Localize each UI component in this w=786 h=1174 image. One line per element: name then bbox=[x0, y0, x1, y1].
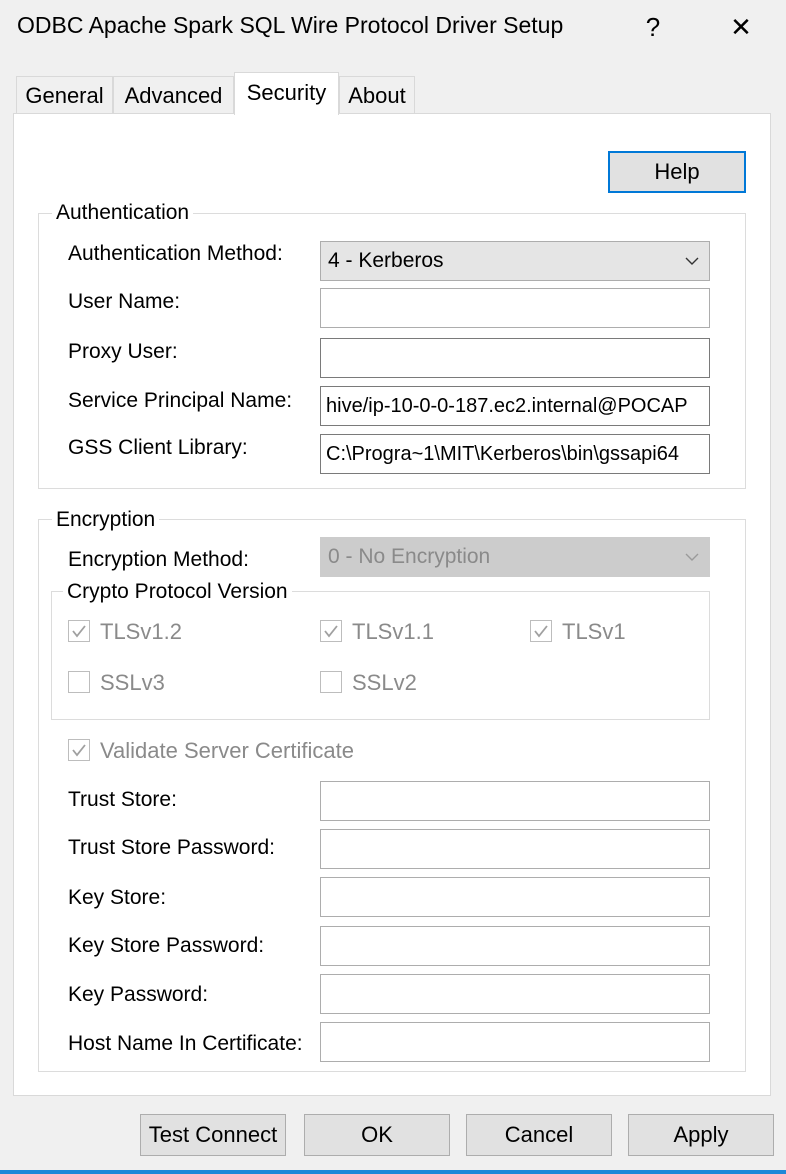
authentication-method-select[interactable]: 4 - Kerberos bbox=[320, 241, 710, 281]
help-title-button[interactable]: ? bbox=[630, 6, 676, 48]
tab-advanced[interactable]: Advanced bbox=[113, 76, 234, 113]
checkmark-icon bbox=[72, 625, 86, 638]
chevron-down-icon bbox=[685, 553, 699, 561]
gss-client-library-label: GSS Client Library: bbox=[68, 436, 248, 459]
host-name-in-certificate-label: Host Name In Certificate: bbox=[68, 1032, 303, 1055]
window-bottom-border bbox=[0, 1170, 786, 1174]
authentication-method-label: Authentication Method: bbox=[68, 242, 283, 265]
cancel-button[interactable]: Cancel bbox=[466, 1114, 612, 1156]
checkmark-icon bbox=[72, 744, 86, 757]
encryption-method-label: Encryption Method: bbox=[68, 548, 249, 571]
apply-button[interactable]: Apply bbox=[628, 1114, 774, 1156]
tlsv12-label: TLSv1.2 bbox=[100, 619, 182, 644]
user-name-label: User Name: bbox=[68, 290, 181, 313]
trust-store-password-label: Trust Store Password: bbox=[68, 836, 275, 859]
key-password-label: Key Password: bbox=[68, 983, 209, 1006]
encryption-legend: Encryption bbox=[52, 508, 160, 532]
sslv2-checkbox[interactable] bbox=[320, 671, 342, 693]
checkmark-icon bbox=[534, 625, 548, 638]
host-name-in-certificate-input[interactable] bbox=[320, 1022, 710, 1062]
help-button[interactable]: Help bbox=[608, 151, 746, 193]
proxy-user-label: Proxy User: bbox=[68, 340, 178, 363]
ok-button[interactable]: OK bbox=[304, 1114, 450, 1156]
key-store-label: Key Store: bbox=[68, 886, 167, 909]
service-principal-name-label: Service Principal Name: bbox=[68, 389, 293, 412]
checkmark-icon bbox=[324, 625, 338, 638]
window-title: ODBC Apache Spark SQL Wire Protocol Driv… bbox=[17, 12, 564, 38]
key-store-input[interactable] bbox=[320, 877, 710, 917]
encryption-method-value: 0 - No Encryption bbox=[328, 545, 491, 568]
encryption-method-select[interactable]: 0 - No Encryption bbox=[320, 537, 710, 577]
crypto-protocol-group bbox=[51, 591, 710, 720]
sslv3-checkbox[interactable] bbox=[68, 671, 90, 693]
tab-general[interactable]: General bbox=[16, 76, 113, 113]
test-connect-button[interactable]: Test Connect bbox=[140, 1114, 286, 1156]
user-name-input[interactable] bbox=[320, 288, 710, 328]
tlsv12-checkbox[interactable] bbox=[68, 620, 90, 642]
chevron-down-icon bbox=[685, 257, 699, 265]
crypto-protocol-legend: Crypto Protocol Version bbox=[63, 580, 292, 604]
key-store-password-label: Key Store Password: bbox=[68, 934, 265, 957]
authentication-legend: Authentication bbox=[52, 201, 194, 225]
trust-store-password-input[interactable] bbox=[320, 829, 710, 869]
key-password-input[interactable] bbox=[320, 974, 710, 1014]
sslv2-label: SSLv2 bbox=[352, 670, 417, 695]
tab-about[interactable]: About bbox=[339, 76, 415, 113]
tlsv11-checkbox[interactable] bbox=[320, 620, 342, 642]
tab-security[interactable]: Security bbox=[234, 72, 339, 115]
close-icon: ✕ bbox=[730, 12, 752, 42]
validate-server-certificate-checkbox[interactable] bbox=[68, 739, 90, 761]
service-principal-name-input[interactable]: hive/ip-10-0-0-187.ec2.internal@POCAP bbox=[320, 386, 710, 426]
proxy-user-input[interactable] bbox=[320, 338, 710, 378]
key-store-password-input[interactable] bbox=[320, 926, 710, 966]
trust-store-input[interactable] bbox=[320, 781, 710, 821]
gss-client-library-input[interactable]: C:\Progra~1\MIT\Kerberos\bin\gssapi64 bbox=[320, 434, 710, 474]
authentication-method-value: 4 - Kerberos bbox=[328, 249, 444, 272]
question-icon: ? bbox=[645, 12, 661, 42]
close-button[interactable]: ✕ bbox=[718, 6, 764, 48]
trust-store-label: Trust Store: bbox=[68, 788, 177, 811]
tlsv1-label: TLSv1 bbox=[562, 619, 626, 644]
sslv3-label: SSLv3 bbox=[100, 670, 165, 695]
tlsv1-checkbox[interactable] bbox=[530, 620, 552, 642]
validate-server-certificate-label: Validate Server Certificate bbox=[100, 738, 354, 763]
tlsv11-label: TLSv1.1 bbox=[352, 619, 434, 644]
